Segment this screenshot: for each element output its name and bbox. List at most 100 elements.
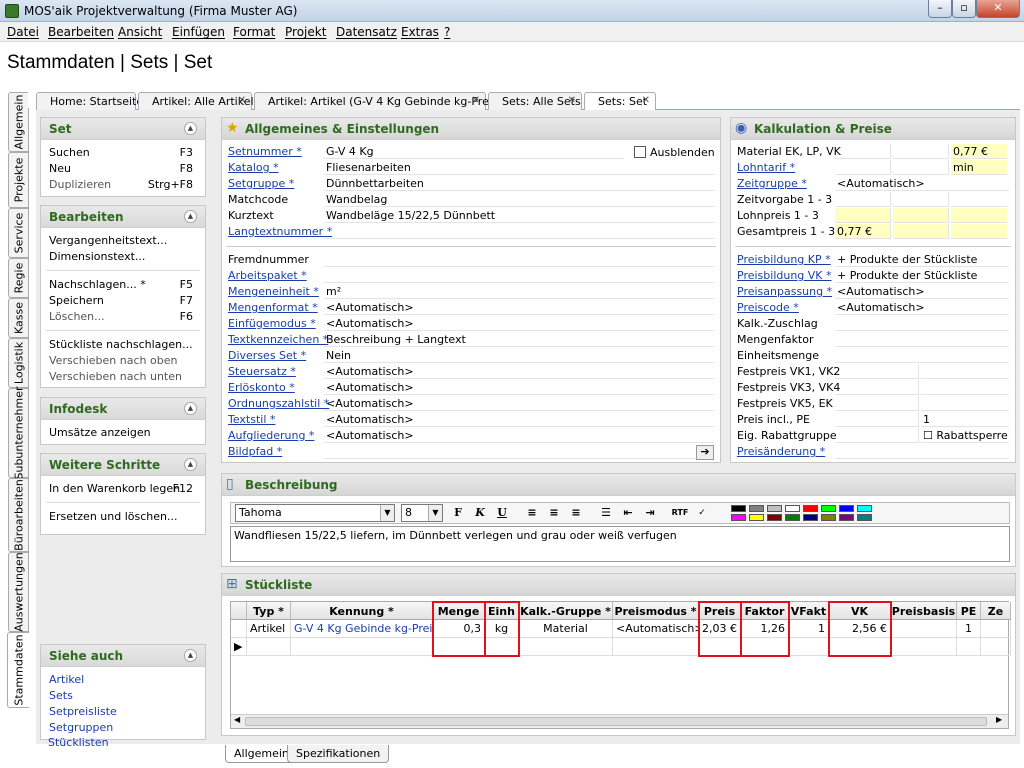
field-label-arbeitspaket[interactable]: Arbeitspaket * <box>228 269 307 282</box>
cell-preismodus[interactable]: <Automatisch> <box>613 620 699 638</box>
size-select[interactable]: 8 ▼ <box>401 504 443 522</box>
field-input-kurztext[interactable]: Wandbeläge 15/22,5 Dünnbett <box>324 208 714 223</box>
vtab-regie[interactable]: Regie <box>8 258 28 298</box>
new-row-cell[interactable] <box>613 638 699 656</box>
close-tab-icon[interactable]: ✕ <box>642 95 650 106</box>
kalk-input-preiscode[interactable]: <Automatisch> <box>835 300 1009 315</box>
kalk-input-lohnpreis-1-3-2[interactable] <box>893 208 949 223</box>
column-header-preisbasis[interactable]: Preisbasis <box>891 602 957 620</box>
action-neu[interactable]: Neu <box>49 162 71 175</box>
field-input-langtextnummer[interactable] <box>324 224 714 239</box>
column-header-typ[interactable]: Typ * <box>247 602 291 620</box>
vtab-service[interactable]: Service <box>8 208 28 258</box>
kalk-input-zeitvorgabe-1-3-3[interactable] <box>951 192 1007 207</box>
field-label-erlöskonto[interactable]: Erlöskonto * <box>228 381 295 394</box>
tab-artikel-alle[interactable]: Artikel: Alle Artikel ✕ <box>138 92 254 110</box>
kalk-input-material-ek-lp-vk-2[interactable] <box>893 144 949 159</box>
description-editor[interactable]: Wandfliesen 15/22,5 liefern, im Dünnbett… <box>230 526 1010 562</box>
align-right-icon[interactable]: ≡ <box>567 504 585 522</box>
kalk-input-lohntarif-2[interactable] <box>893 160 949 175</box>
color-swatch[interactable] <box>731 505 746 512</box>
field-input-mengeneinheit[interactable]: m² <box>324 284 714 299</box>
action-ersetzen[interactable]: Ersetzen und löschen... <box>49 510 177 523</box>
collapse-icon[interactable]: ▲ <box>184 122 197 135</box>
new-row-cell[interactable] <box>957 638 981 656</box>
ausblenden-checkbox[interactable]: Ausblenden <box>634 146 715 159</box>
field-label-katalog[interactable]: Katalog * <box>228 161 279 174</box>
field-input-aufgliederung[interactable]: <Automatisch> <box>324 428 714 443</box>
browse-arrow-icon[interactable]: ➔ <box>696 445 714 460</box>
color-swatch[interactable] <box>767 514 782 521</box>
column-header-kennung[interactable]: Kennung * <box>291 602 433 620</box>
kalk-input-festpreis-vk1-vk2-1[interactable] <box>835 364 919 379</box>
color-swatch[interactable] <box>731 514 746 521</box>
collapse-icon[interactable]: ▲ <box>184 458 197 471</box>
kalk-input-preisbildung-vk[interactable]: + Produkte der Stückliste <box>835 268 1009 283</box>
field-input-setnummer[interactable]: G-V 4 Kg <box>324 144 624 159</box>
row-selector[interactable] <box>231 620 247 638</box>
kalk-input-zeitvorgabe-1-3-2[interactable] <box>893 192 949 207</box>
cell-kalk-gruppe[interactable]: Material <box>519 620 613 638</box>
tab-spezifikationen[interactable]: Spezifikationen <box>287 745 390 763</box>
link-setpreisliste[interactable]: Setpreisliste <box>49 705 117 718</box>
action-dimensionstext[interactable]: Dimensionstext... <box>49 250 145 263</box>
outdent-icon[interactable]: ⇤ <box>619 504 637 522</box>
tab-sets-set[interactable]: Sets: Set ✕ <box>584 92 656 111</box>
field-input-textstil[interactable]: <Automatisch> <box>324 412 714 427</box>
close-tab-icon[interactable]: ✕ <box>472 95 480 106</box>
color-swatch[interactable] <box>857 514 872 521</box>
new-row-cell[interactable] <box>519 638 613 656</box>
field-input-einfügemodus[interactable]: <Automatisch> <box>324 316 714 331</box>
tab-artikel[interactable]: Artikel: Artikel (G-V 4 Kg Gebinde kg-Pr… <box>254 92 502 110</box>
column-header-ze[interactable]: Ze <box>981 602 1011 620</box>
kalk-input-zeitgruppe[interactable]: <Automatisch> <box>835 176 1009 191</box>
maximize-button[interactable]: ▫ <box>952 0 976 18</box>
link-setgruppen[interactable]: Setgruppen <box>49 721 113 734</box>
field-label-setgruppe[interactable]: Setgruppe * <box>228 177 294 190</box>
action-speichern[interactable]: Speichern <box>49 294 104 307</box>
vtab-auswertungen[interactable]: Auswertungen <box>8 552 28 632</box>
kalk-input-eig-rabattgruppe-2[interactable]: ☐ Rabattsperre <box>921 428 1009 443</box>
field-label-diverses-set[interactable]: Diverses Set * <box>228 349 306 362</box>
kalk-input-preis-incl-pe-1[interactable] <box>835 412 919 427</box>
color-swatch[interactable] <box>857 505 872 512</box>
cell-typ[interactable]: Artikel <box>247 620 291 638</box>
new-row-cell[interactable] <box>291 638 433 656</box>
vtab-allgemein[interactable]: Allgemein <box>8 92 28 152</box>
collapse-icon[interactable]: ▲ <box>184 402 197 415</box>
field-input-arbeitspaket[interactable] <box>324 268 714 283</box>
kalk-input-lohntarif-1[interactable] <box>835 160 891 175</box>
color-swatch[interactable] <box>749 505 764 512</box>
tab-sets-alle[interactable]: Sets: Alle Sets ✕ <box>488 92 582 110</box>
action-loeschen[interactable]: Löschen... <box>49 310 105 323</box>
kalk-input-zeitvorgabe-1-3-1[interactable] <box>835 192 891 207</box>
rtf-icon[interactable]: RTF <box>671 504 689 522</box>
close-tab-icon[interactable]: ✕ <box>238 95 246 106</box>
underline-icon[interactable]: U <box>493 504 511 522</box>
action-suchen[interactable]: Suchen <box>49 146 90 159</box>
color-swatch[interactable] <box>785 505 800 512</box>
field-label-steuersatz[interactable]: Steuersatz * <box>228 365 296 378</box>
kalk-input-preisänderung[interactable] <box>835 444 1009 459</box>
field-label-setnummer[interactable]: Setnummer * <box>228 145 302 158</box>
field-input-setgruppe[interactable]: Dünnbettarbeiten <box>324 176 714 191</box>
link-sets[interactable]: Sets <box>49 689 73 702</box>
action-duplizieren[interactable]: Duplizieren <box>49 178 111 191</box>
kalk-label-preisänderung[interactable]: Preisänderung * <box>737 445 825 458</box>
action-umsaetze[interactable]: Umsätze anzeigen <box>49 426 151 439</box>
new-row-cell[interactable] <box>789 638 829 656</box>
kalk-label-preisanpassung[interactable]: Preisanpassung * <box>737 285 832 298</box>
kalk-input-mengenfaktor[interactable] <box>835 332 1009 347</box>
field-input-diverses-set[interactable]: Nein <box>324 348 714 363</box>
kalk-input-festpreis-vk3-vk4-1[interactable] <box>835 380 919 395</box>
collapse-icon[interactable]: ▲ <box>184 649 197 662</box>
close-tab-icon[interactable]: ✕ <box>568 95 576 106</box>
field-label-mengenformat[interactable]: Mengenformat * <box>228 301 318 314</box>
kalk-input-gesamtpreis-1-3-2[interactable] <box>893 224 949 239</box>
vtab-stammdaten[interactable]: Stammdaten <box>7 632 29 708</box>
field-input-matchcode[interactable]: Wandbelag <box>324 192 714 207</box>
menu-datensatz[interactable]: Datensatz <box>336 25 397 39</box>
bold-icon[interactable]: F <box>449 504 467 522</box>
field-input-mengenformat[interactable]: <Automatisch> <box>324 300 714 315</box>
new-row-cell[interactable] <box>247 638 291 656</box>
